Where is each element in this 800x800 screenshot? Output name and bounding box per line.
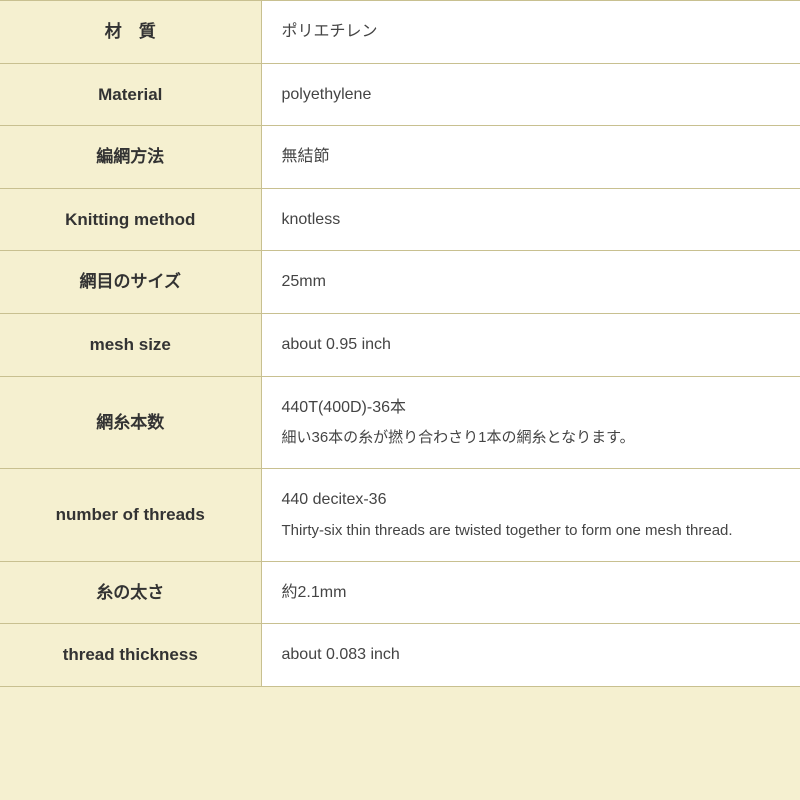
label-cell-mesh-size-jp: 網目のサイズ xyxy=(0,251,261,314)
value-cell-thickness-jp: 約2.1mm xyxy=(261,561,800,624)
label-cell-material-jp: 材 質 xyxy=(0,1,261,64)
label-cell-thickness-jp: 糸の太さ xyxy=(0,561,261,624)
label-cell-material-en: Material xyxy=(0,63,261,126)
value-line2: 細い36本の糸が撚り合わさり1本の網糸となります。 xyxy=(282,426,781,450)
table-row: Material polyethylene xyxy=(0,63,800,126)
value-text: ポリエチレン xyxy=(282,23,378,40)
value-line1: 440T(400D)-36本 xyxy=(282,395,781,421)
label-cell-mesh-size-en: mesh size xyxy=(0,313,261,376)
value-text: about 0.083 inch xyxy=(282,646,400,663)
table-row: 編網方法 無結節 xyxy=(0,126,800,189)
table-row: 網目のサイズ 25mm xyxy=(0,251,800,314)
value-text: 25mm xyxy=(282,273,326,290)
table-row: 網糸本数440T(400D)-36本細い36本の糸が撚り合わさり1本の網糸となり… xyxy=(0,376,800,469)
label-cell-thickness-en: thread thickness xyxy=(0,624,261,687)
value-line2: Thirty-six thin threads are twisted toge… xyxy=(282,519,781,543)
label-cell-threads-jp: 網糸本数 xyxy=(0,376,261,469)
label-cell-threads-en: number of threads xyxy=(0,469,261,562)
value-cell-knitting-jp: 無結節 xyxy=(261,126,800,189)
table-row: number of threads 440 decitex-36 Thirty-si… xyxy=(0,469,800,562)
value-text: knotless xyxy=(282,211,341,228)
value-cell-material-jp: ポリエチレン xyxy=(261,1,800,64)
table-row: 糸の太さ 約2.1mm xyxy=(0,561,800,624)
value-line1: 440 decitex-36 xyxy=(282,487,781,513)
value-text: polyethylene xyxy=(282,86,372,103)
value-cell-mesh-size-jp: 25mm xyxy=(261,251,800,314)
label-cell-knitting-en: Knitting method xyxy=(0,188,261,251)
table-row: thread thickness about 0.083 inch xyxy=(0,624,800,687)
value-text: 無結節 xyxy=(282,148,330,165)
table-row: 材 質 ポリエチレン xyxy=(0,1,800,64)
value-text: 約2.1mm xyxy=(282,584,347,601)
value-cell-thickness-en: about 0.083 inch xyxy=(261,624,800,687)
table-row: mesh size about 0.95 inch xyxy=(0,313,800,376)
value-cell-knitting-en: knotless xyxy=(261,188,800,251)
value-text: about 0.95 inch xyxy=(282,336,391,353)
value-cell-mesh-size-en: about 0.95 inch xyxy=(261,313,800,376)
spec-table: 材 質 ポリエチレン Material polyethylene 編網方法 無結節 Knit… xyxy=(0,0,800,687)
value-cell-threads-jp: 440T(400D)-36本細い36本の糸が撚り合わさり1本の網糸となります。 xyxy=(261,376,800,469)
label-cell-knitting-jp: 編網方法 xyxy=(0,126,261,189)
value-cell-threads-en: 440 decitex-36 Thirty-six thin threads ar… xyxy=(261,469,800,562)
value-cell-material-en: polyethylene xyxy=(261,63,800,126)
table-row: Knitting method knotless xyxy=(0,188,800,251)
